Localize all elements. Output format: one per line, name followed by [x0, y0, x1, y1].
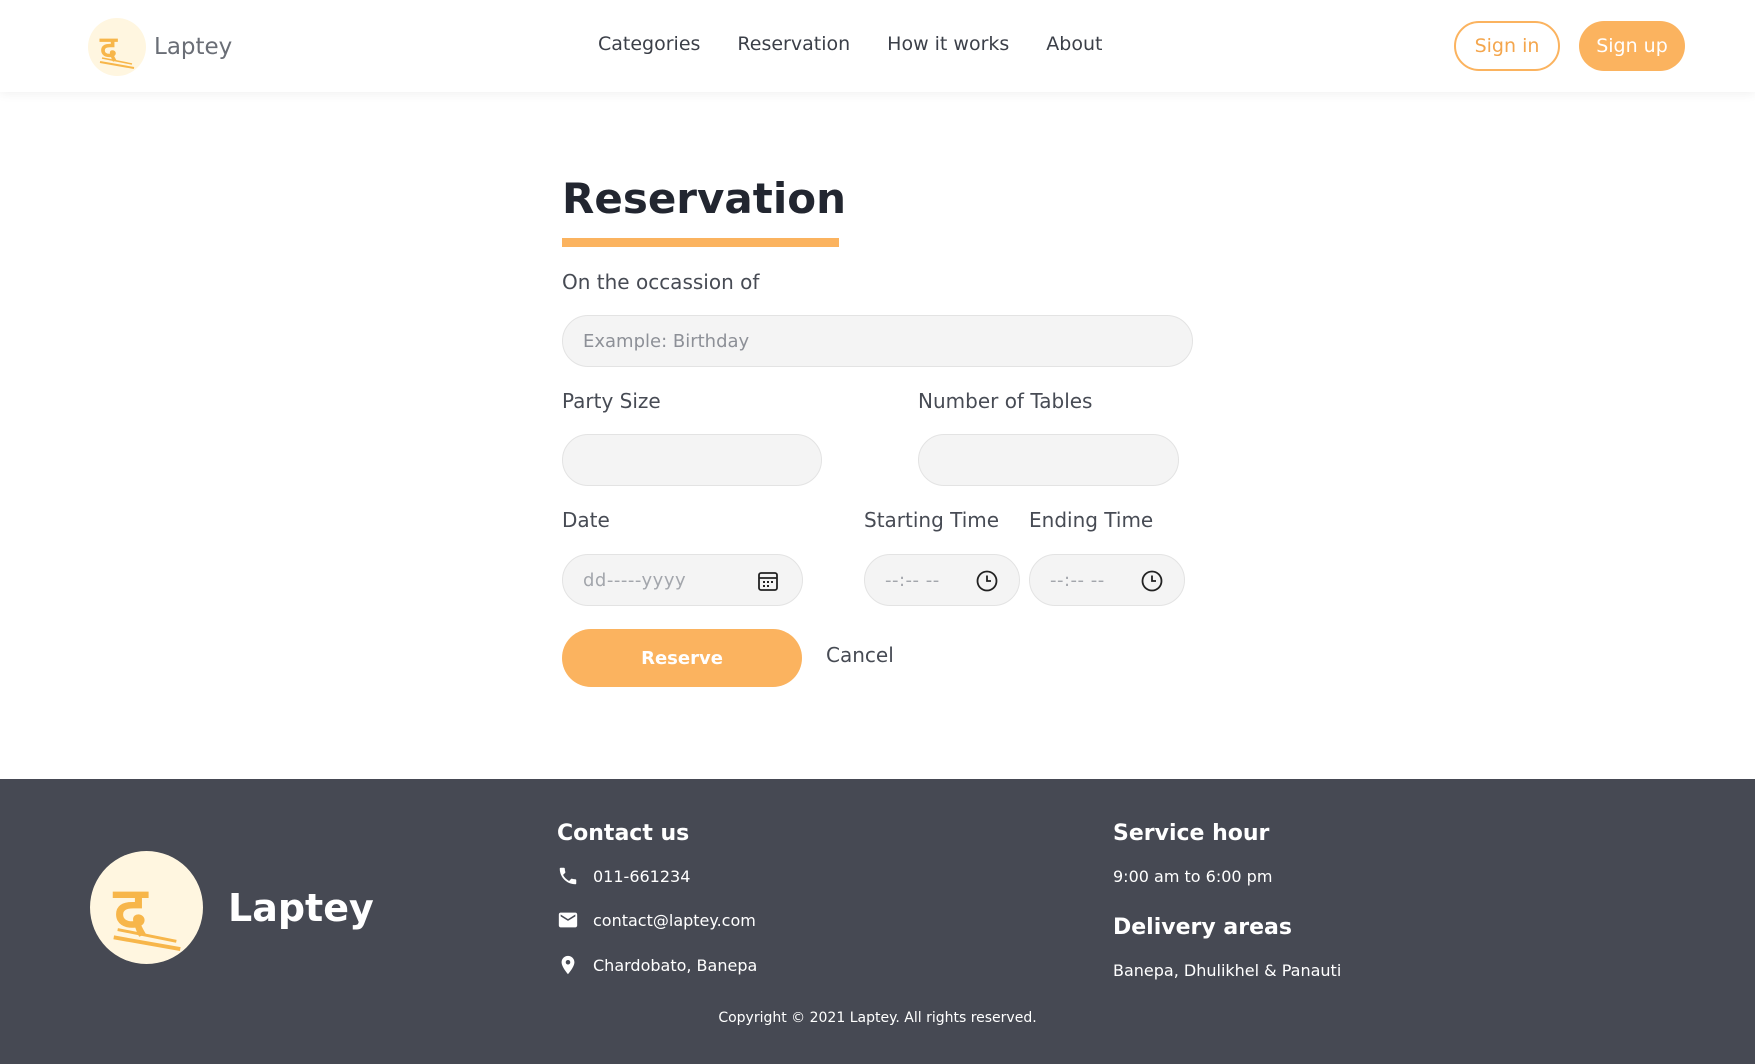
calendar-icon[interactable] [756, 569, 780, 593]
service-hours: 9:00 am to 6:00 pm [1113, 867, 1273, 886]
end-time-input[interactable]: --:-- -- [1029, 554, 1185, 606]
address-text: Chardobato, Banepa [593, 955, 758, 975]
delivery-areas: Banepa, Dhulikhel & Panauti [1113, 961, 1342, 980]
date-label: Date [562, 508, 610, 532]
delivery-heading: Delivery areas [1113, 915, 1292, 940]
footer: द Laptey Contact us 011-661234 contact@l… [0, 779, 1755, 1064]
contact-address[interactable]: Chardobato, Banepa [557, 954, 757, 976]
end-time-placeholder: --:-- -- [1050, 569, 1105, 591]
footer-brand: Laptey [228, 886, 374, 930]
mail-icon [558, 912, 578, 928]
nav-how-it-works[interactable]: How it works [887, 33, 1009, 55]
nav-reservation[interactable]: Reservation [737, 33, 850, 55]
party-size-input[interactable] [583, 435, 821, 485]
clock-icon[interactable] [1140, 569, 1164, 593]
date-input[interactable]: dd-----yyyy [562, 554, 803, 606]
start-time-input[interactable]: --:-- -- [864, 554, 1020, 606]
clock-icon[interactable] [975, 569, 999, 593]
service-heading: Service hour [1113, 821, 1270, 846]
page-title: Reservation [562, 174, 846, 223]
brand-link[interactable]: द Laptey [88, 18, 232, 76]
tables-field[interactable] [918, 434, 1179, 486]
occasion-field[interactable] [562, 315, 1193, 367]
reserve-button[interactable]: Reserve [562, 629, 802, 687]
occasion-label: On the occassion of [562, 270, 760, 294]
occasion-input[interactable] [583, 316, 1192, 366]
nav-about[interactable]: About [1046, 33, 1102, 55]
top-navbar: द Laptey Categories Reservation How it w… [0, 0, 1755, 92]
tables-label: Number of Tables [918, 389, 1093, 413]
phone-text: 011-661234 [593, 866, 691, 886]
laptey-logo-icon: द [88, 18, 146, 76]
cancel-button[interactable]: Cancel [826, 643, 894, 667]
phone-icon [559, 867, 577, 885]
party-size-label: Party Size [562, 389, 661, 413]
nav-categories[interactable]: Categories [598, 33, 700, 55]
copyright: Copyright © 2021 Laptey. All rights rese… [718, 1010, 1037, 1026]
contact-email[interactable]: contact@laptey.com [557, 909, 756, 931]
title-underline [562, 238, 839, 247]
start-time-label: Starting Time [864, 508, 1000, 532]
email-text: contact@laptey.com [593, 910, 756, 930]
start-time-placeholder: --:-- -- [885, 569, 940, 591]
tables-input[interactable] [939, 435, 1178, 485]
sign-up-button[interactable]: Sign up [1579, 21, 1685, 71]
end-time-label: Ending Time [1029, 508, 1154, 532]
contact-heading: Contact us [557, 821, 690, 846]
contact-phone[interactable]: 011-661234 [557, 865, 690, 887]
party-size-field[interactable] [562, 434, 822, 486]
date-placeholder: dd-----yyyy [583, 569, 687, 591]
brand-name: Laptey [154, 34, 233, 60]
main-nav: Categories Reservation How it works Abou… [598, 33, 1102, 55]
sign-in-button[interactable]: Sign in [1454, 21, 1560, 71]
laptey-logo-icon: द [90, 851, 203, 964]
location-pin-icon [561, 955, 575, 975]
